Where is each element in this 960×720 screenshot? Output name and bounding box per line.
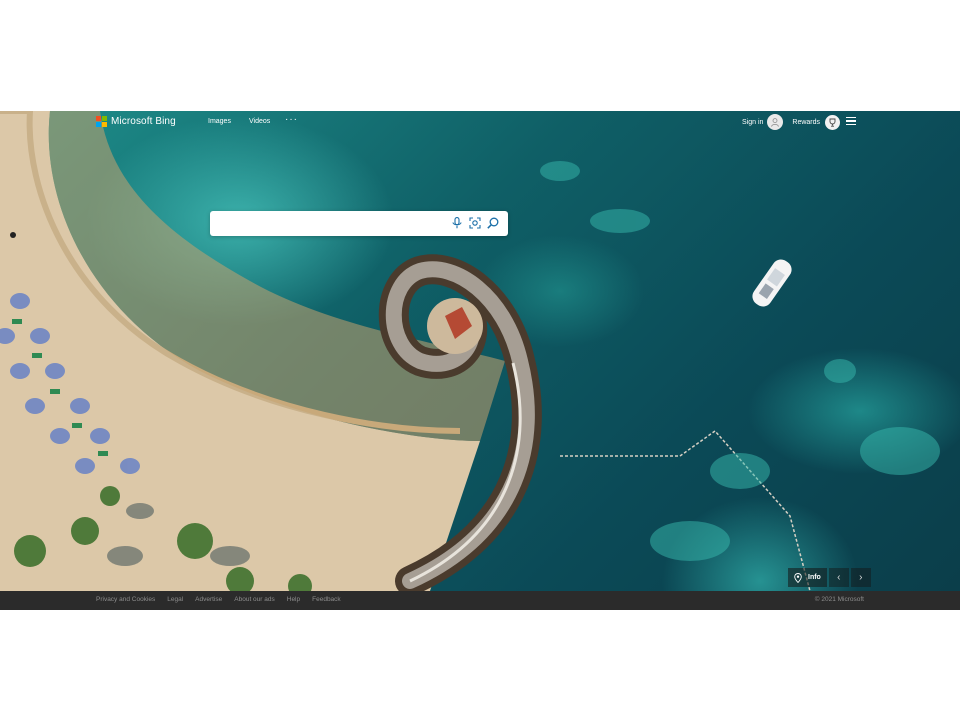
info-label: Info: [808, 574, 821, 581]
rewards-trophy-icon[interactable]: [825, 114, 841, 130]
homepage-viewport: Microsoft Bing Images Videos ··· Sign in…: [0, 111, 960, 610]
search-submit-icon[interactable]: [486, 216, 500, 230]
footer-links: Privacy and Cookies Legal Advertise Abou…: [96, 596, 341, 603]
footer-link-advertise[interactable]: Advertise: [195, 596, 222, 603]
top-nav: Images Videos: [208, 118, 270, 125]
rewards-link[interactable]: Rewards: [792, 119, 820, 126]
footer-bar: Privacy and Cookies Legal Advertise Abou…: [0, 591, 960, 610]
bing-logo[interactable]: Microsoft Bing: [96, 116, 176, 127]
footer-link-legal[interactable]: Legal: [167, 596, 183, 603]
search-box: [210, 211, 508, 236]
more-menu-button[interactable]: ···: [285, 114, 298, 125]
hamburger-menu-icon[interactable]: [846, 117, 856, 125]
top-header: Microsoft Bing Images Videos ··· Sign in…: [0, 111, 960, 135]
footer-link-feedback[interactable]: Feedback: [312, 596, 341, 603]
brand-name: Microsoft Bing: [111, 116, 176, 127]
image-info-bar: Info ‹ ›: [788, 568, 871, 587]
chevron-right-icon: ›: [859, 572, 863, 583]
next-image-button[interactable]: ›: [850, 568, 871, 587]
previous-image-button[interactable]: ‹: [828, 568, 849, 587]
chevron-left-icon: ‹: [837, 572, 841, 583]
background-photo: [0, 111, 960, 591]
search-input[interactable]: [218, 215, 452, 234]
microphone-icon[interactable]: [450, 216, 464, 230]
account-area: Sign in Rewards: [742, 114, 841, 130]
microsoft-logo-icon: [96, 116, 107, 127]
nav-item-videos[interactable]: Videos: [249, 118, 270, 125]
footer-link-privacy[interactable]: Privacy and Cookies: [96, 596, 155, 603]
footer-link-about-ads[interactable]: About our ads: [234, 596, 274, 603]
image-info-button[interactable]: Info: [788, 568, 827, 587]
visual-search-icon[interactable]: [468, 216, 482, 230]
footer-link-help[interactable]: Help: [287, 596, 300, 603]
user-avatar-icon[interactable]: [767, 114, 784, 130]
location-pin-icon: [794, 572, 802, 583]
copyright-text: © 2021 Microsoft: [814, 596, 864, 603]
sign-in-link[interactable]: Sign in: [742, 119, 763, 126]
nav-item-images[interactable]: Images: [208, 118, 231, 125]
